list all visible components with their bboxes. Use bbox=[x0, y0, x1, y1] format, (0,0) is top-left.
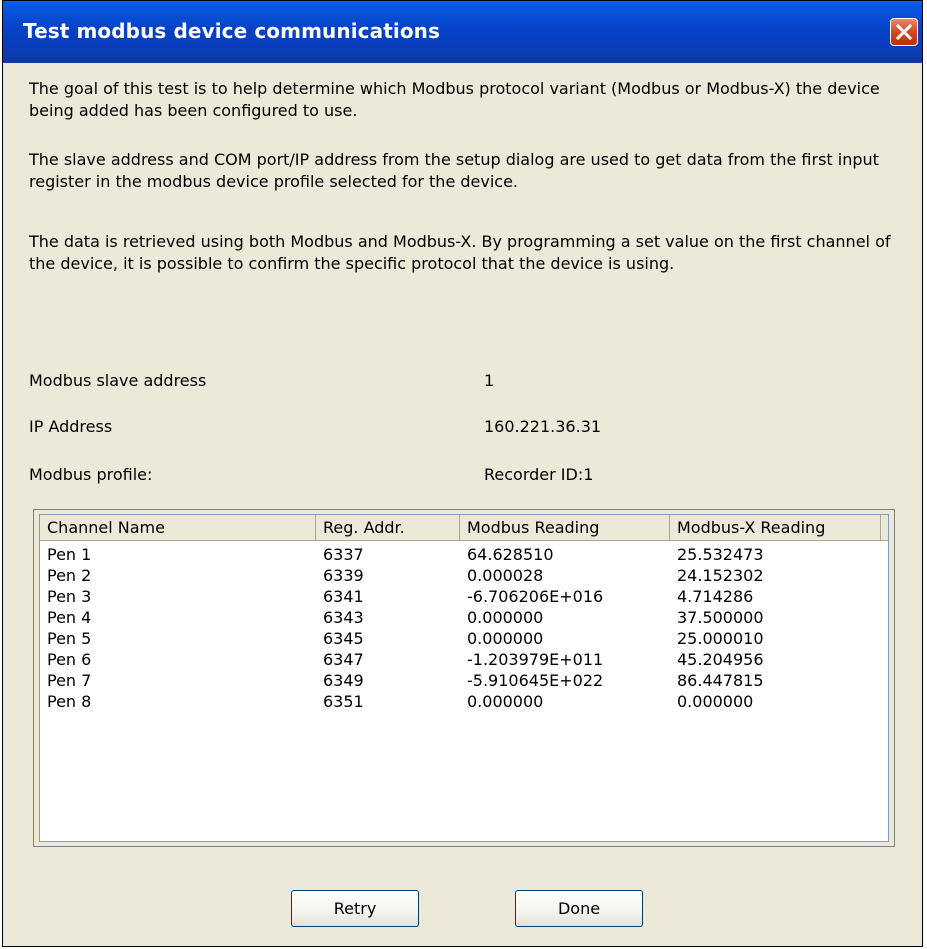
row-modbus-x-reading: 25.532473 bbox=[677, 545, 764, 564]
ip-address-label: IP Address bbox=[29, 417, 113, 436]
table-row[interactable]: Pen 3 6341 -6.706206E+016 4.714286 bbox=[40, 586, 888, 607]
row-modbus-x-reading: 45.204956 bbox=[677, 650, 764, 669]
modbus-profile-label: Modbus profile: bbox=[29, 465, 153, 484]
table-row[interactable]: Pen 5 6345 0.000000 25.000010 bbox=[40, 628, 888, 649]
row-modbus-reading: 0.000000 bbox=[467, 629, 544, 648]
row-reg-addr: 6351 bbox=[323, 692, 364, 711]
row-modbus-reading: 64.628510 bbox=[467, 545, 554, 564]
readings-frame: Channel Name Reg. Addr. Modbus Reading M… bbox=[33, 509, 895, 847]
modbus-profile-value: Recorder ID:1 bbox=[484, 465, 594, 484]
row-reg-addr: 6341 bbox=[323, 587, 364, 606]
row-reg-addr: 6345 bbox=[323, 629, 364, 648]
row-modbus-x-reading: 86.447815 bbox=[677, 671, 764, 690]
dialog-title: Test modbus device communications bbox=[23, 19, 441, 43]
row-channel-name: Pen 6 bbox=[47, 650, 92, 669]
retry-button[interactable]: Retry bbox=[291, 890, 419, 927]
table-row[interactable]: Pen 2 6339 0.000028 24.152302 bbox=[40, 565, 888, 586]
row-modbus-x-reading: 25.000010 bbox=[677, 629, 764, 648]
done-button[interactable]: Done bbox=[515, 890, 643, 927]
table-row[interactable]: Pen 1 6337 64.628510 25.532473 bbox=[40, 544, 888, 565]
ip-address-value: 160.221.36.31 bbox=[484, 417, 602, 436]
intro-paragraph-3: The data is retrieved using both Modbus … bbox=[29, 232, 891, 273]
slave-address-label: Modbus slave address bbox=[29, 371, 207, 390]
column-header-modbus-reading[interactable]: Modbus Reading bbox=[460, 515, 670, 540]
row-reg-addr: 6349 bbox=[323, 671, 364, 690]
row-reg-addr: 6337 bbox=[323, 545, 364, 564]
intro-paragraph-2: The slave address and COM port/IP addres… bbox=[29, 150, 879, 191]
table-row[interactable]: Pen 4 6343 0.000000 37.500000 bbox=[40, 607, 888, 628]
column-header-reg-addr[interactable]: Reg. Addr. bbox=[316, 515, 460, 540]
row-channel-name: Pen 1 bbox=[47, 545, 92, 564]
row-modbus-x-reading: 4.714286 bbox=[677, 587, 754, 606]
row-modbus-x-reading: 24.152302 bbox=[677, 566, 764, 585]
row-modbus-reading: 0.000000 bbox=[467, 692, 544, 711]
row-modbus-reading: 0.000028 bbox=[467, 566, 544, 585]
row-channel-name: Pen 5 bbox=[47, 629, 92, 648]
row-channel-name: Pen 2 bbox=[47, 566, 92, 585]
row-reg-addr: 6347 bbox=[323, 650, 364, 669]
table-row[interactable]: Pen 7 6349 -5.910645E+022 86.447815 bbox=[40, 670, 888, 691]
row-channel-name: Pen 4 bbox=[47, 608, 92, 627]
row-channel-name: Pen 8 bbox=[47, 692, 92, 711]
row-modbus-reading: -5.910645E+022 bbox=[467, 671, 604, 690]
row-reg-addr: 6343 bbox=[323, 608, 364, 627]
row-modbus-x-reading: 0.000000 bbox=[677, 692, 754, 711]
row-reg-addr: 6339 bbox=[323, 566, 364, 585]
intro-paragraph-1: The goal of this test is to help determi… bbox=[29, 79, 880, 120]
row-channel-name: Pen 3 bbox=[47, 587, 92, 606]
close-icon bbox=[896, 24, 912, 40]
table-row[interactable]: Pen 6 6347 -1.203979E+011 45.204956 bbox=[40, 649, 888, 670]
row-modbus-reading: 0.000000 bbox=[467, 608, 544, 627]
readings-header: Channel Name Reg. Addr. Modbus Reading M… bbox=[40, 515, 888, 541]
slave-address-value: 1 bbox=[484, 371, 495, 390]
row-modbus-reading: -6.706206E+016 bbox=[467, 587, 604, 606]
close-button[interactable] bbox=[890, 18, 918, 46]
column-header-modbus-x-reading[interactable]: Modbus-X Reading bbox=[670, 515, 881, 540]
table-row[interactable]: Pen 8 6351 0.000000 0.000000 bbox=[40, 691, 888, 712]
row-modbus-reading: -1.203979E+011 bbox=[467, 650, 604, 669]
readings-list[interactable]: Channel Name Reg. Addr. Modbus Reading M… bbox=[39, 514, 889, 842]
column-header-channel-name[interactable]: Channel Name bbox=[40, 515, 316, 540]
dialog-window: Test modbus device communications The go… bbox=[2, 0, 923, 947]
row-channel-name: Pen 7 bbox=[47, 671, 92, 690]
title-bar[interactable]: Test modbus device communications bbox=[3, 1, 922, 63]
row-modbus-x-reading: 37.500000 bbox=[677, 608, 764, 627]
